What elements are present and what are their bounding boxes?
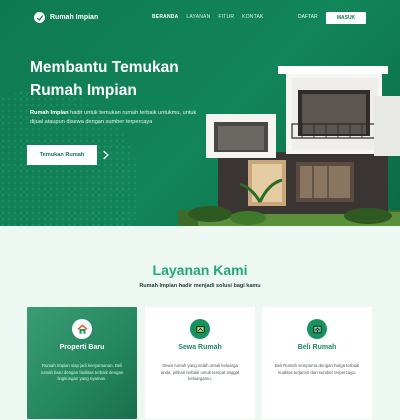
nav-item-layanan[interactable]: LAYANAN	[186, 14, 210, 20]
service-card-rent[interactable]: Sewa Rumah Sewa rumah yang indah untuk k…	[145, 307, 255, 419]
house-photo	[178, 66, 400, 226]
service-card-title: Sewa Rumah	[178, 344, 222, 351]
service-card-desc: Rumah Impian siap jadi kenyamanan. Beli …	[40, 363, 124, 381]
service-card-new-property[interactable]: Properti Baru Rumah Impian siap jadi ken…	[27, 307, 137, 419]
hero-section: Rumah Impian BERANDA LAYANAN FITUR KONTA…	[0, 0, 400, 226]
hero-title-line1: Membantu Temukan	[30, 59, 179, 76]
brand-logo[interactable]: Rumah Impian	[34, 12, 98, 23]
service-card-desc: Beli Rumah sempurna dengan harga terbaik…	[274, 363, 360, 375]
nav-item-fitur[interactable]: FITUR	[218, 14, 234, 20]
service-card-title: Beli Rumah	[297, 344, 337, 351]
rent-house-icon	[190, 319, 210, 339]
login-button[interactable]: MASUK	[326, 12, 366, 24]
chevron-right-icon[interactable]	[102, 150, 110, 160]
service-card-buy[interactable]: Beli Rumah Beli Rumah sempurna dengan ha…	[262, 307, 372, 419]
hero-title-line2: Rumah Impian	[30, 82, 137, 99]
brand-name: Rumah Impian	[50, 14, 99, 21]
hero-description: Rumah Impian hadir untuk temukan rumah t…	[30, 109, 202, 127]
nav-item-beranda[interactable]: BERANDA	[152, 14, 178, 20]
nav-item-kontak[interactable]: KONTAK	[242, 14, 263, 20]
buy-house-icon	[307, 319, 327, 339]
register-link[interactable]: DAFTAR	[298, 14, 318, 20]
house-icon	[72, 319, 92, 339]
services-subtitle: Rumah Impian hadir menjadi solusi bagi k…	[139, 283, 261, 289]
service-card-desc: Sewa rumah yang indah untuk keluarga and…	[160, 363, 240, 381]
hero-desc-brand: Rumah Impian	[30, 110, 69, 116]
find-house-button[interactable]: Temukan Rumah	[27, 145, 97, 165]
main-menu: BERANDA LAYANAN FITUR KONTAK	[152, 14, 264, 20]
leaf-check-icon	[34, 12, 45, 23]
service-card-title: Properti Baru	[59, 344, 105, 351]
services-title: Layanan Kami	[152, 262, 248, 278]
top-navbar: Rumah Impian BERANDA LAYANAN FITUR KONTA…	[0, 0, 400, 36]
